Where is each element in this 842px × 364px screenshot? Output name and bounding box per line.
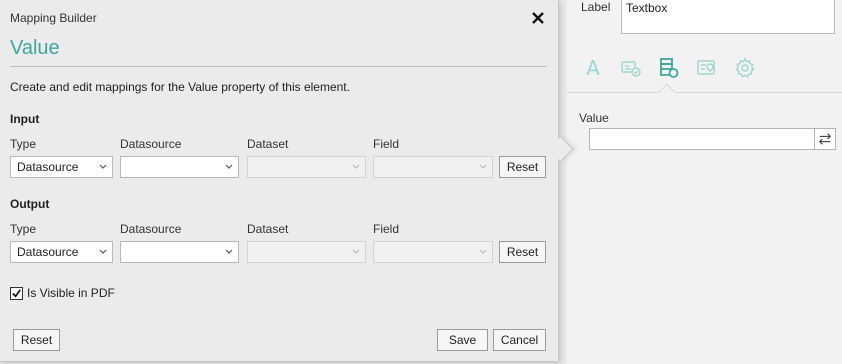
value-input[interactable] <box>589 128 815 150</box>
input-dataset-label: Dataset <box>247 137 289 151</box>
visible-in-pdf-checkbox[interactable] <box>10 286 23 300</box>
tabs-divider <box>567 92 842 93</box>
validation-icon[interactable] <box>695 56 719 80</box>
label-caption: Label <box>581 0 611 14</box>
title-divider <box>10 66 546 67</box>
chevron-down-icon <box>99 164 107 169</box>
close-button[interactable] <box>528 8 548 28</box>
output-datasource-select[interactable] <box>120 241 239 263</box>
output-type-label: Type <box>10 222 37 236</box>
properties-panel: Label Textbox A Value <box>567 0 842 364</box>
chevron-down-icon <box>352 164 360 169</box>
visible-in-pdf-row[interactable]: Is Visible in PDF <box>10 286 115 300</box>
close-icon <box>532 12 544 24</box>
output-type-select[interactable]: Datasource <box>10 241 113 263</box>
output-type-value: Datasource <box>17 245 79 259</box>
input-type-select[interactable]: Datasource <box>10 156 113 178</box>
swap-arrows-icon <box>819 133 831 145</box>
input-type-value: Datasource <box>17 160 79 174</box>
chevron-down-icon <box>352 249 360 254</box>
visible-in-pdf-label: Is Visible in PDF <box>27 286 115 300</box>
font-icon[interactable]: A <box>581 56 605 80</box>
input-type-label: Type <box>10 137 37 151</box>
input-field-label: Field <box>373 137 400 151</box>
dialog-title: Value <box>10 37 60 59</box>
output-datasource-label: Datasource <box>120 222 182 236</box>
input-heading: Input <box>10 112 40 126</box>
settings-icon[interactable] <box>733 56 757 80</box>
chevron-down-icon <box>225 164 233 169</box>
save-button[interactable]: Save <box>437 329 488 351</box>
input-datasource-select[interactable] <box>120 156 239 178</box>
reset-all-button[interactable]: Reset <box>13 329 60 351</box>
chevron-down-icon <box>479 164 487 169</box>
event-icon[interactable] <box>619 56 643 80</box>
output-reset-button[interactable]: Reset <box>499 241 546 263</box>
chevron-down-icon <box>225 249 233 254</box>
input-field-select[interactable] <box>373 156 493 178</box>
value-caption: Value <box>579 111 609 125</box>
output-dataset-select[interactable] <box>247 241 366 263</box>
mapping-builder-dialog: Mapping Builder Value Create and edit ma… <box>0 0 574 362</box>
output-dataset-label: Dataset <box>247 222 289 236</box>
cancel-button[interactable]: Cancel <box>493 329 546 351</box>
input-datasource-label: Datasource <box>120 137 182 151</box>
input-dataset-select[interactable] <box>247 156 366 178</box>
chevron-down-icon <box>99 249 107 254</box>
label-input[interactable]: Textbox <box>621 0 835 34</box>
input-reset-button[interactable]: Reset <box>499 156 546 178</box>
output-field-select[interactable] <box>373 241 493 263</box>
dialog-caption: Mapping Builder <box>10 11 97 25</box>
dialog-description: Create and edit mappings for the Value p… <box>10 80 350 94</box>
output-heading: Output <box>10 197 50 211</box>
output-field-label: Field <box>373 222 400 236</box>
chevron-down-icon <box>479 249 487 254</box>
mapping-toggle-button[interactable] <box>814 128 836 150</box>
checkmark-icon <box>12 288 21 298</box>
data-icon[interactable] <box>657 56 681 80</box>
